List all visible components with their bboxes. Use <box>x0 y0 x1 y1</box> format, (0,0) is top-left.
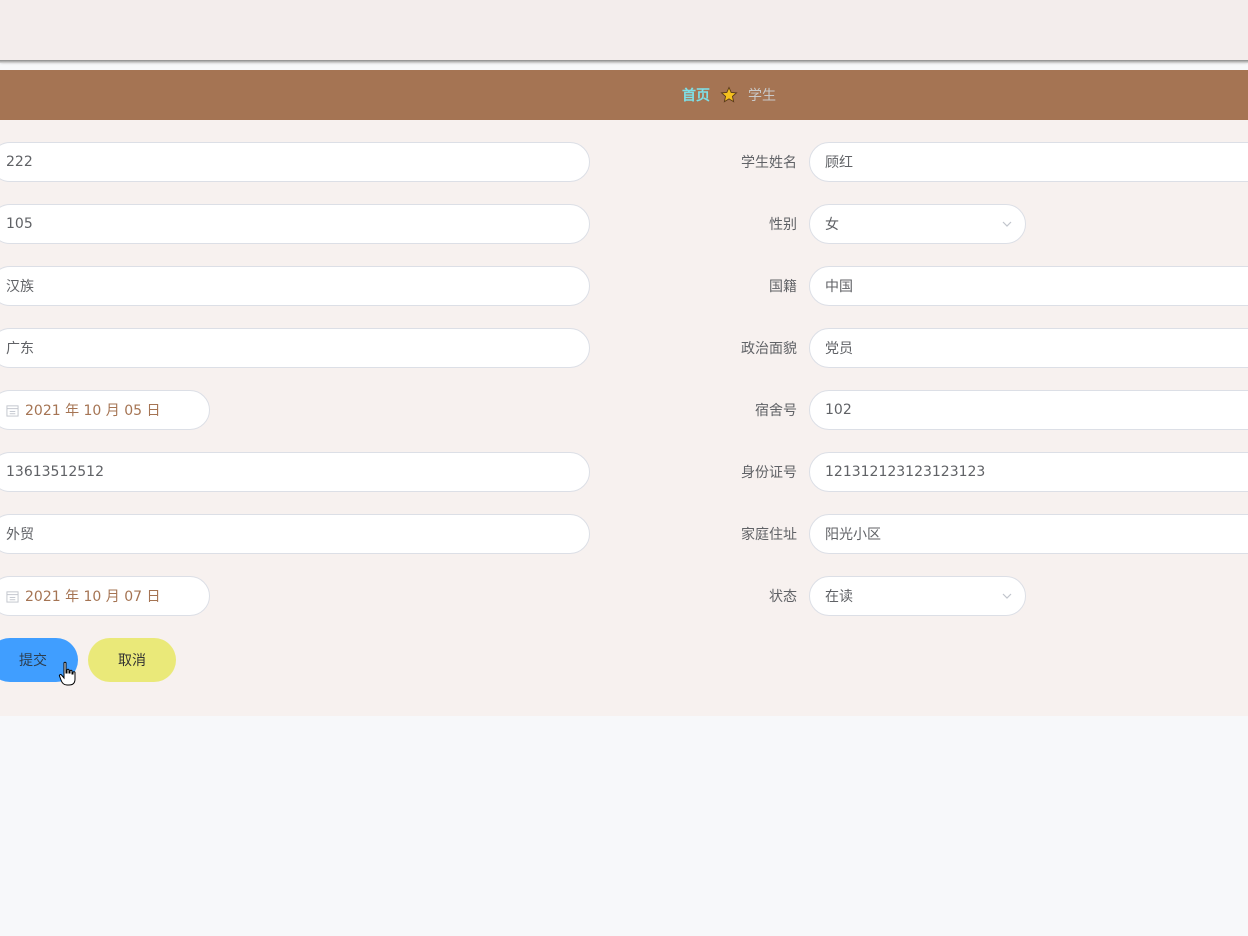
breadcrumb-home-link[interactable]: 首页 <box>682 85 710 105</box>
calendar-icon <box>6 404 19 417</box>
nationality-input[interactable]: 中国 <box>809 266 1248 306</box>
id-number-input[interactable]: 121312123123123123 <box>809 452 1248 492</box>
chevron-down-icon <box>1002 593 1012 599</box>
gender-select[interactable]: 女 <box>809 204 1026 244</box>
political-status-label: 政治面貌 <box>741 341 797 357</box>
dorm-number-input[interactable]: 102 <box>809 390 1248 430</box>
ethnicity-input[interactable]: 汉族 <box>0 266 590 306</box>
native-place-input[interactable]: 广东 <box>0 328 590 368</box>
student-name-label: 学生姓名 <box>741 155 797 171</box>
phone-input[interactable]: 13613512512 <box>0 452 590 492</box>
gender-label: 性别 <box>769 217 797 233</box>
star-icon <box>720 86 738 103</box>
political-status-input[interactable]: 党员 <box>809 328 1248 368</box>
status-label: 状态 <box>769 589 797 605</box>
student-name-input[interactable]: 顾红 <box>809 142 1248 182</box>
calendar-icon <box>6 590 19 603</box>
nationality-label: 国籍 <box>769 279 797 295</box>
home-address-input[interactable]: 阳光小区 <box>809 514 1248 554</box>
birth-date-picker[interactable]: 2021 年 10 月 05 日 <box>0 390 210 430</box>
hand-cursor-icon <box>58 661 76 686</box>
home-address-label: 家庭住址 <box>741 527 797 543</box>
dorm-number-label: 宿舍号 <box>755 403 797 419</box>
top-header <box>0 0 1248 60</box>
chevron-down-icon <box>1002 221 1012 227</box>
class-input[interactable]: 105 <box>0 204 590 244</box>
header-divider <box>0 60 1248 63</box>
cancel-button[interactable]: 取消 <box>88 638 176 682</box>
id-number-label: 身份证号 <box>741 465 797 481</box>
breadcrumb-current: 学生 <box>748 88 776 104</box>
student-id-input[interactable]: 222 <box>0 142 590 182</box>
breadcrumb: 首页 学生 <box>0 70 1248 120</box>
status-select[interactable]: 在读 <box>809 576 1026 616</box>
major-input[interactable]: 外贸 <box>0 514 590 554</box>
enrollment-date-picker[interactable]: 2021 年 10 月 07 日 <box>0 576 210 616</box>
